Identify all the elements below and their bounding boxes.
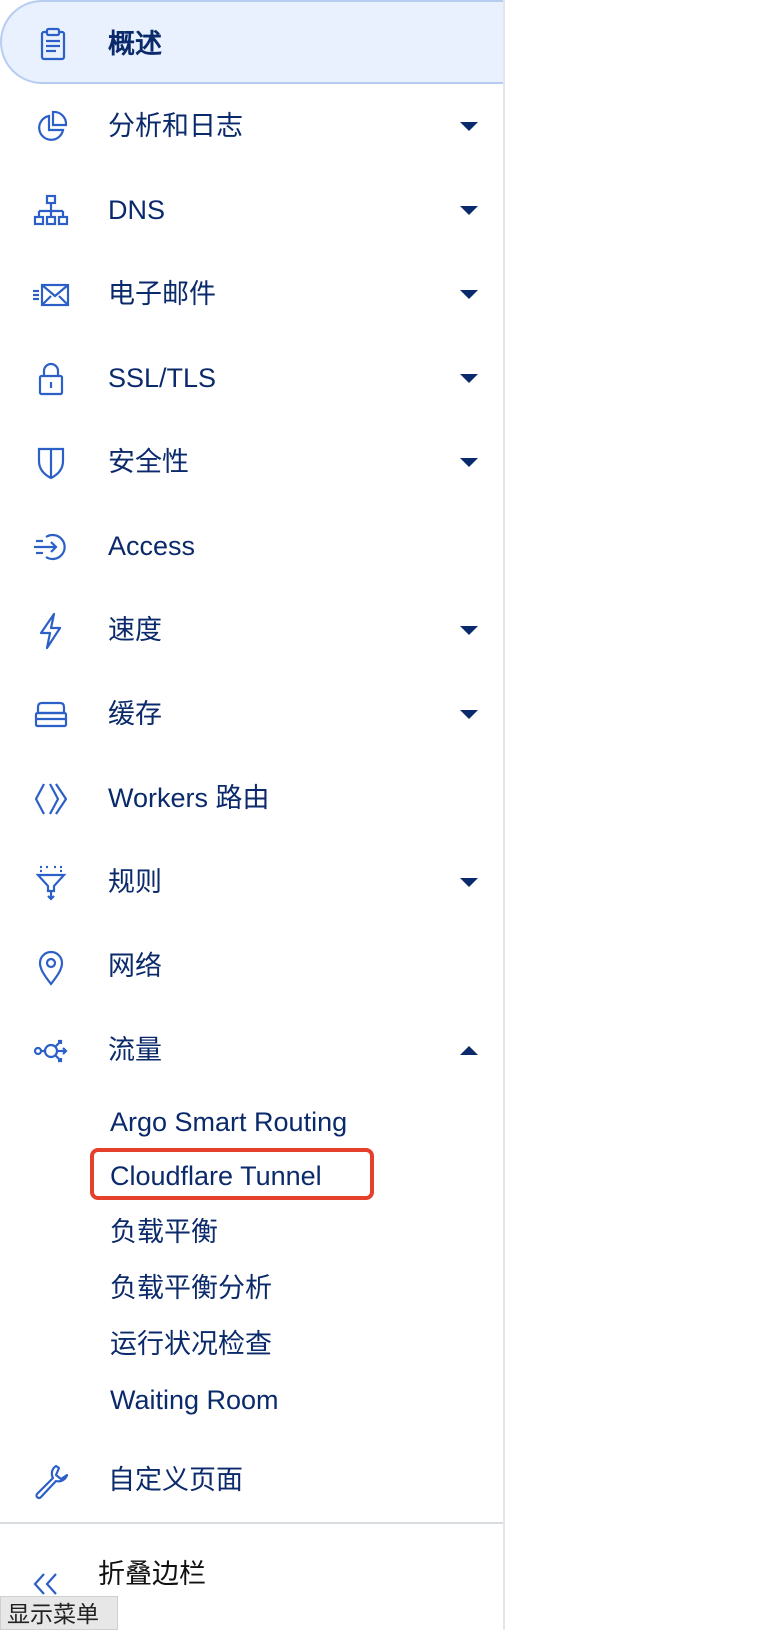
sidebar-item-label: 规则 <box>108 867 162 897</box>
sidebar-item-ssl-tls[interactable]: SSL/TLS <box>0 336 503 420</box>
lightning-icon <box>32 612 70 650</box>
sidebar-item-label: Access <box>108 531 196 561</box>
chevron-down-icon <box>460 374 478 383</box>
chevron-up-icon <box>460 1046 478 1055</box>
sidebar-item-label: Workers 路由 <box>108 783 270 813</box>
sidebar-item-label: 分析和日志 <box>108 111 243 141</box>
sidebar-item-security[interactable]: 安全性 <box>0 420 503 504</box>
sidebar-item-label: 网络 <box>108 951 162 981</box>
traffic-subitem-load-balancing-analytics[interactable]: 负载平衡分析 <box>110 1260 272 1316</box>
sidebar-item-analytics[interactable]: 分析和日志 <box>0 84 503 168</box>
sidebar-item-label: 概述 <box>108 29 162 59</box>
chevron-down-icon <box>460 122 478 131</box>
sidebar-item-cache[interactable]: 缓存 <box>0 672 503 756</box>
email-icon <box>32 276 70 314</box>
show-menu-button[interactable]: 显示菜单 <box>0 1596 118 1630</box>
cache-icon <box>32 696 70 734</box>
traffic-icon <box>32 1032 70 1070</box>
collapse-sidebar-label: 折叠边栏 <box>98 1559 206 1589</box>
traffic-subitem-argo-smart-routing[interactable]: Argo Smart Routing <box>110 1094 347 1150</box>
sidebar-item-label: DNS <box>108 195 166 225</box>
highlight-annotation <box>90 1148 374 1200</box>
sidebar-item-access[interactable]: Access <box>0 504 503 588</box>
workers-icon <box>32 780 70 818</box>
rules-icon <box>32 864 70 902</box>
sidebar-item-label: 电子邮件 <box>108 279 216 309</box>
sidebar-item-rules[interactable]: 规则 <box>0 840 503 924</box>
sidebar-item-label: 速度 <box>108 615 162 645</box>
access-icon <box>32 528 70 566</box>
sidebar-item-label: 缓存 <box>108 699 162 729</box>
sidebar-item-label: SSL/TLS <box>108 363 217 393</box>
traffic-subitem-waiting-room[interactable]: Waiting Room <box>110 1372 279 1428</box>
sidebar-item-speed[interactable]: 速度 <box>0 588 503 672</box>
chevron-down-icon <box>460 626 478 635</box>
divider <box>0 1522 503 1524</box>
shield-icon <box>32 444 70 482</box>
sidebar-item-network[interactable]: 网络 <box>0 924 503 1008</box>
traffic-subitem-load-balancing[interactable]: 负载平衡 <box>110 1204 218 1260</box>
sidebar-item-label: 自定义页面 <box>108 1465 243 1495</box>
sidebar-item-workers-routes[interactable]: Workers 路由 <box>0 756 503 840</box>
chevron-down-icon <box>460 878 478 887</box>
sidebar-item-traffic[interactable]: 流量 <box>0 1008 503 1092</box>
sidebar-item-email[interactable]: 电子邮件 <box>0 252 503 336</box>
location-pin-icon <box>32 948 70 986</box>
chevron-down-icon <box>460 206 478 215</box>
chevron-down-icon <box>460 458 478 467</box>
sidebar-item-overview[interactable]: 概述 <box>0 0 503 84</box>
traffic-subitem-health-checks[interactable]: 运行状况检查 <box>110 1316 272 1372</box>
overview-icon <box>34 26 72 64</box>
analytics-icon <box>32 108 70 146</box>
chevron-down-icon <box>460 290 478 299</box>
dns-icon <box>32 192 70 230</box>
sidebar-item-label: 流量 <box>108 1035 162 1065</box>
sidebar-item-custom-pages[interactable]: 自定义页面 <box>0 1438 503 1522</box>
sidebar: 概述 分析和日志 DNS 电子邮件 SSL/TLS 安全性 Access 速度 … <box>0 0 505 1630</box>
wrench-icon <box>32 1462 70 1500</box>
sidebar-item-label: 安全性 <box>108 447 189 477</box>
sidebar-item-dns[interactable]: DNS <box>0 168 503 252</box>
lock-icon <box>32 360 70 398</box>
chevron-down-icon <box>460 710 478 719</box>
